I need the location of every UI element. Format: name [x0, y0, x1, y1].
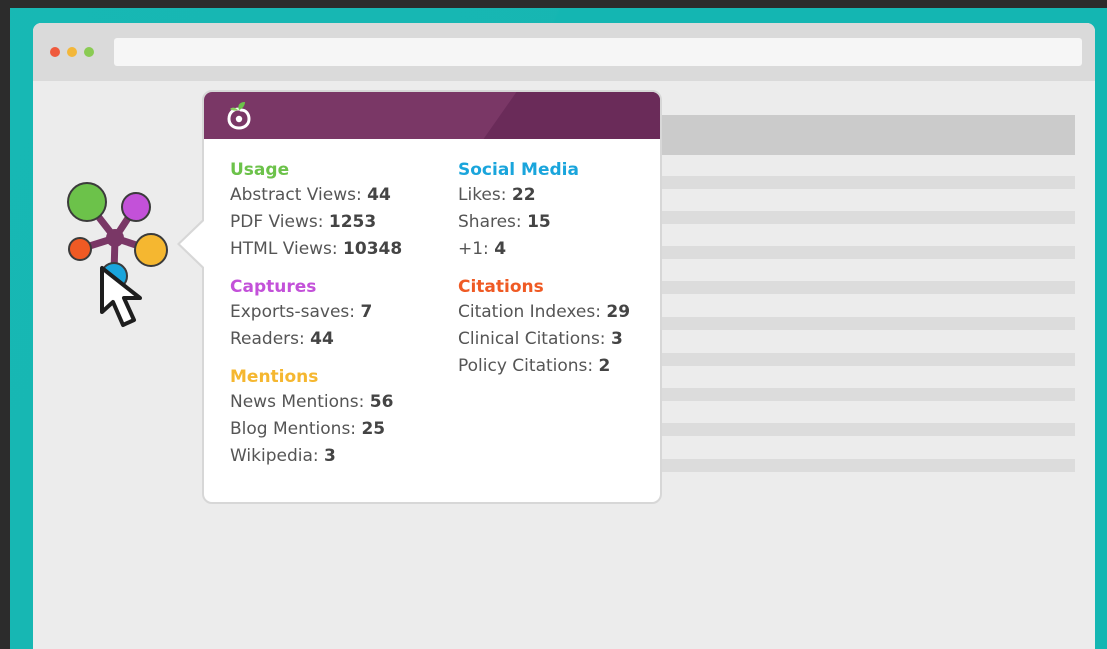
content-line-placeholder [661, 317, 1075, 330]
metric-row: Blog Mentions: 25 [230, 419, 386, 439]
browser-titlebar [33, 23, 1095, 81]
mouse-cursor-icon [92, 262, 172, 342]
metric-row: News Mentions: 56 [230, 392, 394, 412]
address-bar[interactable] [114, 38, 1082, 66]
content-line-placeholder [661, 211, 1075, 224]
metric-row: Abstract Views: 44 [230, 185, 391, 205]
content-line-placeholder [661, 281, 1075, 294]
minimize-dot[interactable] [67, 47, 77, 57]
content-line-placeholder [661, 423, 1075, 436]
captures-section: Captures Exports-saves: 7 Readers: 44 [230, 275, 402, 353]
content-line-placeholder [661, 353, 1075, 366]
citations-section: Citations Citation Indexes: 29 Clinical … [458, 275, 630, 380]
metric-row: +1: 4 [458, 239, 507, 259]
metric-row: Wikipedia: 3 [230, 446, 336, 466]
content-line-placeholder [661, 459, 1075, 472]
metric-row: Likes: 22 [458, 185, 536, 205]
metric-row: PDF Views: 1253 [230, 212, 377, 232]
metric-row: Readers: 44 [230, 329, 334, 349]
popup-left-column: Usage Abstract Views: 44 PDF Views: 1253… [230, 158, 402, 482]
metric-row: Citation Indexes: 29 [458, 302, 631, 322]
plumx-metrics-popup: Usage Abstract Views: 44 PDF Views: 1253… [177, 90, 662, 504]
content-line-placeholder [661, 388, 1075, 401]
content-heading-placeholder [661, 115, 1075, 155]
citations-title: Citations [458, 277, 544, 297]
popup-right-column: Social Media Likes: 22 Shares: 15 +1: 4 … [458, 158, 630, 392]
maximize-dot[interactable] [84, 47, 94, 57]
content-line-placeholder [661, 246, 1075, 259]
metric-row: Clinical Citations: 3 [458, 329, 623, 349]
metric-row: Policy Citations: 2 [458, 356, 611, 376]
social-media-title: Social Media [458, 160, 579, 180]
popup-header [204, 92, 660, 139]
metric-row: Shares: 15 [458, 212, 551, 232]
mentions-title: Mentions [230, 367, 319, 387]
captures-title: Captures [230, 277, 317, 297]
mentions-section: Mentions News Mentions: 56 Blog Mentions… [230, 365, 402, 470]
usage-title: Usage [230, 160, 290, 180]
social-media-section: Social Media Likes: 22 Shares: 15 +1: 4 [458, 158, 630, 263]
close-dot[interactable] [50, 47, 60, 57]
plumx-logo-icon[interactable] [226, 100, 252, 130]
popup-pointer-fill [180, 220, 205, 268]
metric-row: HTML Views: 10348 [230, 239, 403, 259]
content-line-placeholder [661, 176, 1075, 189]
usage-section: Usage Abstract Views: 44 PDF Views: 1253… [230, 158, 402, 263]
metric-row: Exports-saves: 7 [230, 302, 373, 322]
